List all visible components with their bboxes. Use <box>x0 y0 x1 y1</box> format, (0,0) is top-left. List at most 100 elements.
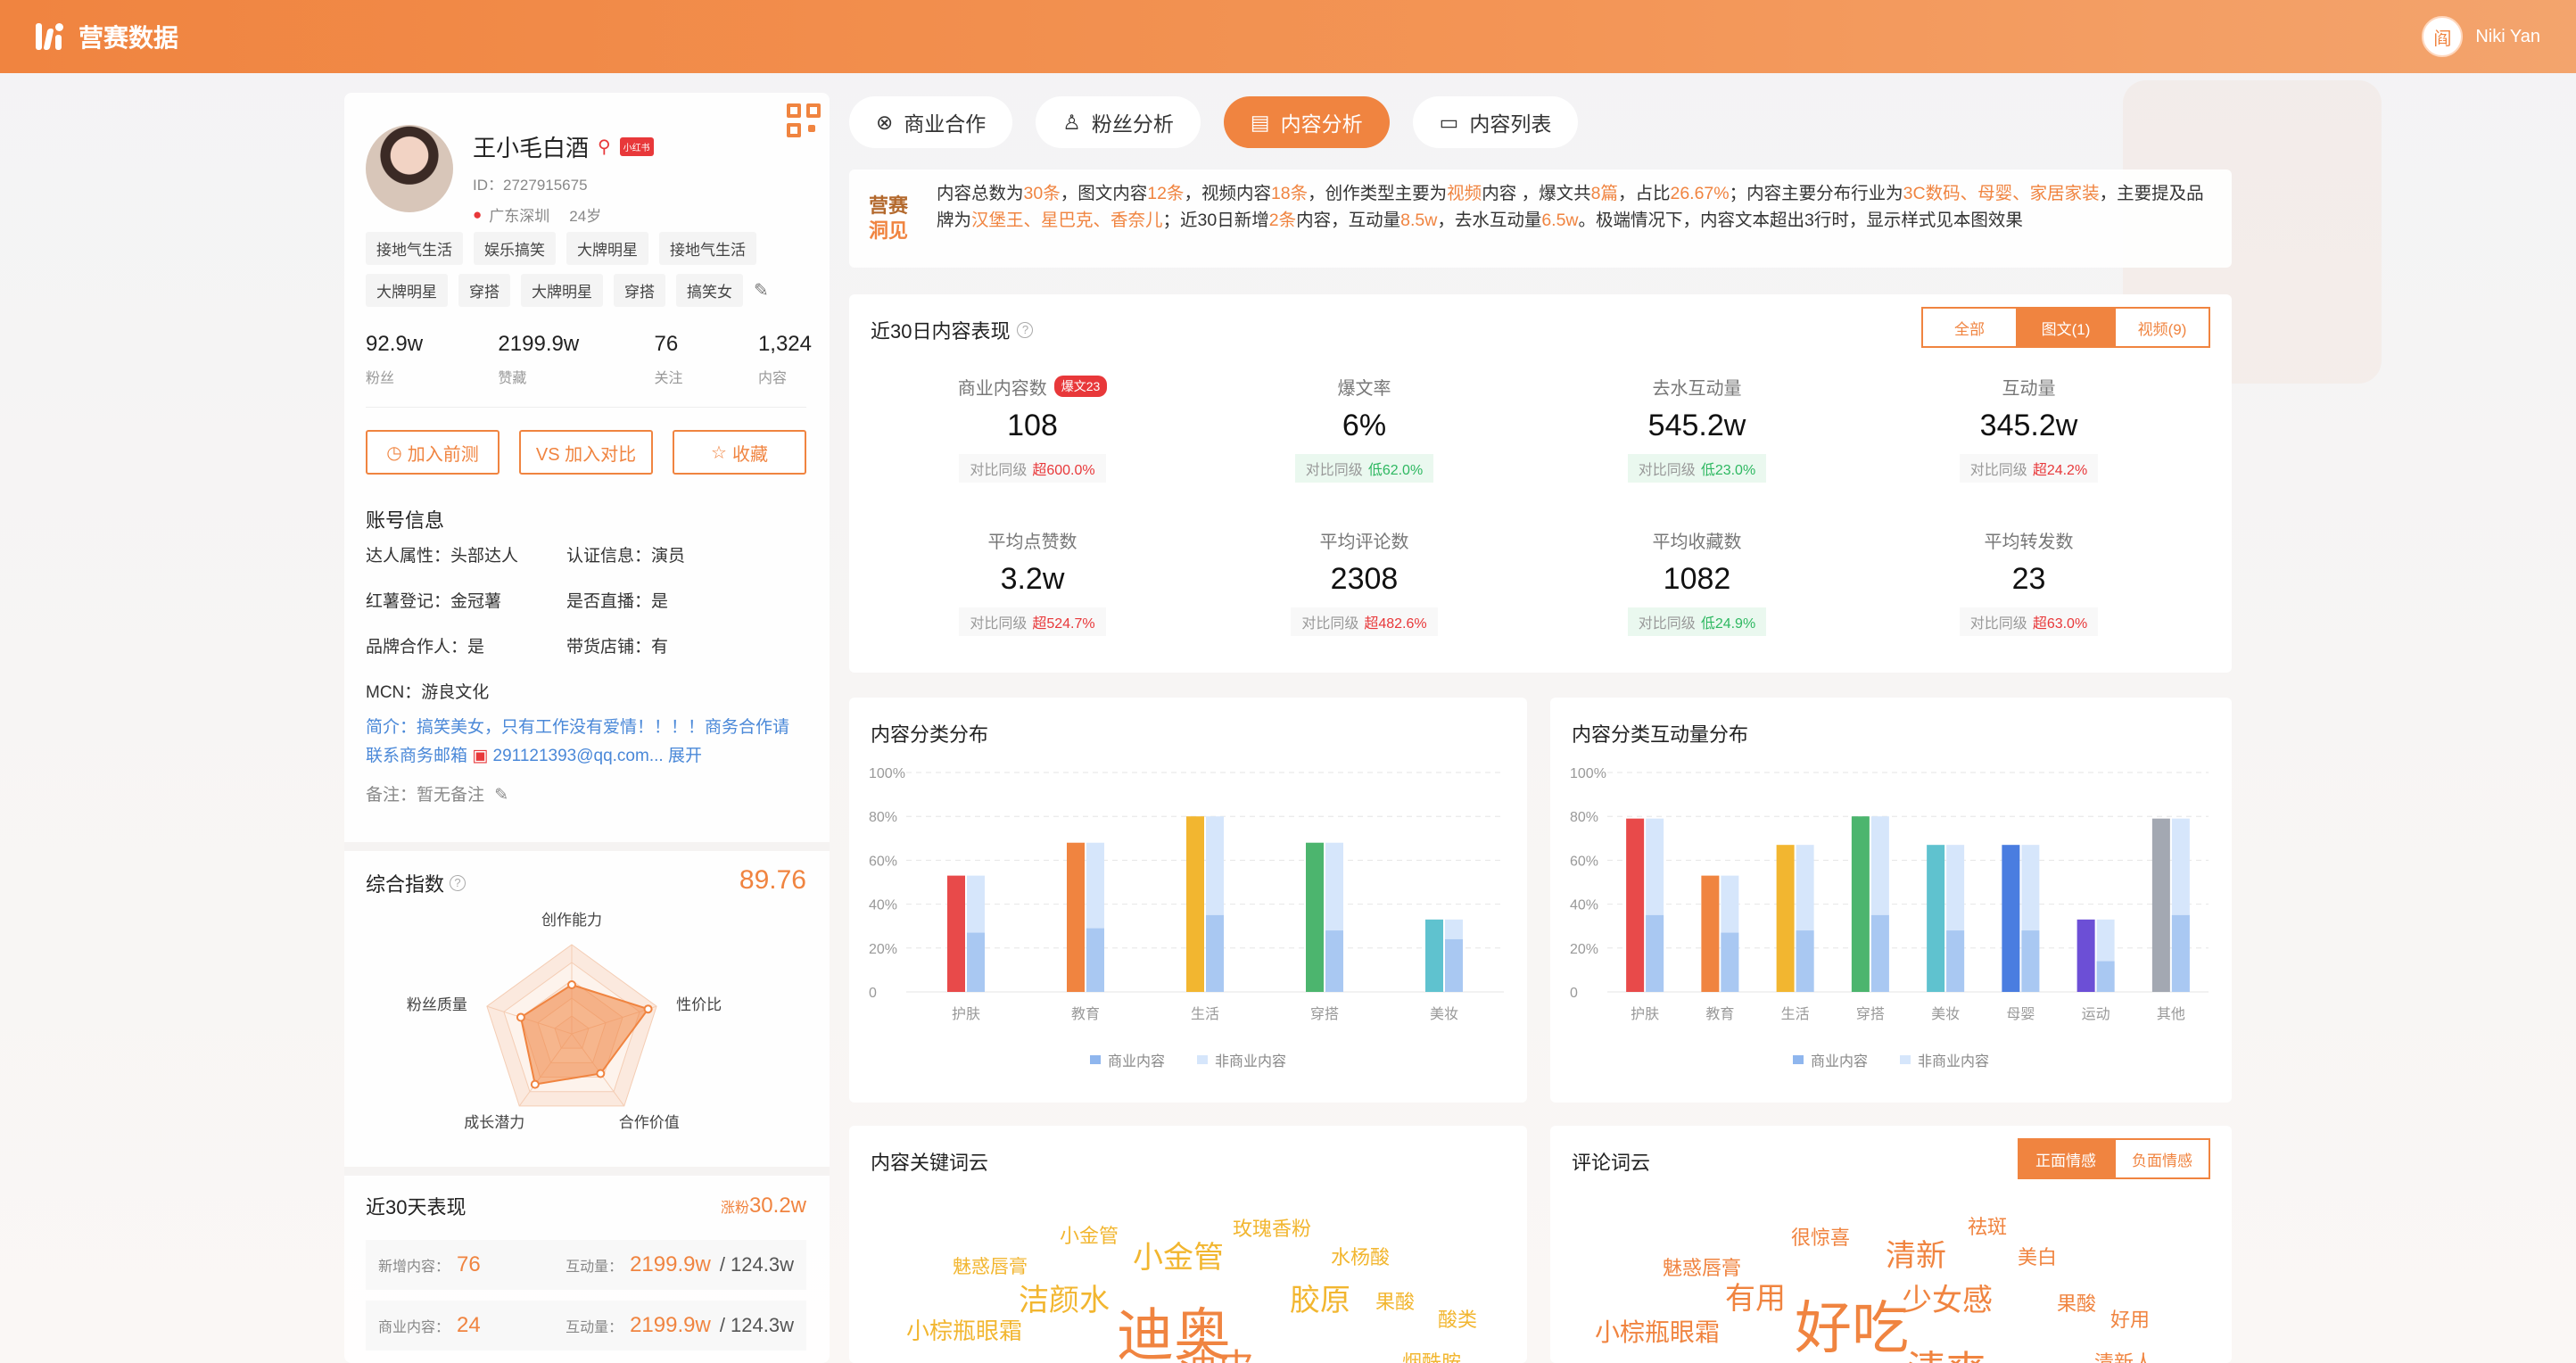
bar-commercial[interactable] <box>1776 845 1795 992</box>
bar-commercial[interactable] <box>2076 919 2095 992</box>
cloud-word[interactable]: 酸类 <box>1438 1304 1477 1333</box>
composite-score-label: 综合指数 <box>366 873 445 896</box>
cloud-word[interactable]: 祛斑 <box>1968 1211 2007 1240</box>
insight-segment: 内容，互动量 <box>1296 211 1401 230</box>
cloud-word[interactable]: 小棕瓶眼霜 <box>906 1313 1022 1346</box>
brand-name: 营赛数据 <box>78 24 179 52</box>
row-interaction-value: 2199.9w <box>630 1252 711 1276</box>
legend-item[interactable]: 商业内容 <box>1792 1049 1868 1070</box>
radar-value-point[interactable] <box>596 1069 606 1078</box>
tab-label: 内容分析 <box>1280 112 1363 136</box>
bar-commercial[interactable] <box>2002 845 2020 992</box>
cloud-word[interactable]: 小金管 <box>1060 1220 1119 1249</box>
add-test-button[interactable]: ◷ 加入前测 <box>366 430 500 475</box>
filter-positive[interactable]: 正面情感 <box>2018 1138 2114 1179</box>
x-tick-label: 运动 <box>2082 1006 2110 1022</box>
radar-value-point[interactable] <box>530 1079 540 1089</box>
section-divider <box>344 842 830 851</box>
brand-logo[interactable]: 营赛数据 <box>36 19 178 54</box>
cloud-word[interactable]: 好用 <box>2110 1304 2150 1333</box>
radar-value-point[interactable] <box>516 1012 525 1022</box>
bar-commercial[interactable] <box>1701 875 1720 992</box>
cloud-word[interactable]: 小金管 <box>1133 1233 1224 1276</box>
help-icon[interactable]: ? <box>1017 322 1034 338</box>
tab-content-analysis[interactable]: ▤ 内容分析 <box>1223 96 1390 148</box>
creator-id: ID：2727915675 <box>473 177 588 194</box>
cloud-word[interactable]: 水杨酸 <box>1331 1242 1390 1270</box>
legend-item[interactable]: 非商业内容 <box>1900 1049 1989 1070</box>
cloud-word[interactable]: 果酸 <box>1375 1286 1415 1315</box>
metric-value: 545.2w <box>1647 409 1746 442</box>
comparison-label: 对比同级 <box>1638 463 1696 478</box>
bar-commercial[interactable] <box>1851 816 1870 992</box>
bar-commercial[interactable] <box>1927 845 1945 992</box>
user-name: Niki Yan <box>2475 26 2540 46</box>
filter-all[interactable]: 全部 <box>1921 307 2018 348</box>
filter-negative[interactable]: 负面情感 <box>2114 1138 2210 1179</box>
cloud-word[interactable]: 美白 <box>2018 1242 2057 1270</box>
insight-text: 内容总数为30条，图文内容12条，视频内容18条，创作类型主要为视频内容 ，爆文… <box>928 169 2221 268</box>
stat-value: 2199.9w <box>498 332 580 356</box>
cloud-word[interactable]: 洁颜水 <box>1019 1276 1110 1319</box>
bar-commercial[interactable] <box>1306 842 1324 992</box>
search-icon[interactable]: ⚲ <box>598 136 611 158</box>
metric-label-text: 平均评论数 <box>1319 532 1409 552</box>
cloud-word[interactable]: 果酸 <box>2057 1288 2096 1317</box>
cloud-word[interactable]: 烟酰胺 <box>1402 1347 1461 1363</box>
bar-commercial[interactable] <box>2151 818 2170 992</box>
cloud-word[interactable]: 油皮 <box>1179 1338 1254 1363</box>
insight-highlight: 8.5w <box>1400 211 1438 230</box>
bar-noncommercial-inner <box>2021 930 2040 992</box>
cloud-word[interactable]: 清新 <box>1886 1231 1946 1275</box>
cloud-word[interactable]: 小棕瓶眼霜 <box>1595 1313 1720 1349</box>
edit-remark-icon[interactable]: ✎ <box>494 786 508 805</box>
add-compare-button[interactable]: VS 加入对比 <box>519 430 653 475</box>
metric-label-text: 商业内容数 <box>957 378 1047 399</box>
qr-code-icon[interactable] <box>787 103 822 139</box>
bar-noncommercial-inner <box>2171 914 2190 992</box>
radar-value-point[interactable] <box>643 1004 653 1014</box>
comparison-label: 对比同级 <box>1969 616 2027 632</box>
cloud-word[interactable]: 清新人 <box>2094 1347 2153 1363</box>
x-tick-label: 教育 <box>1071 1006 1100 1022</box>
bar-commercial[interactable] <box>947 875 965 992</box>
tab-content-list[interactable]: ▭ 内容列表 <box>1412 96 1579 148</box>
cloud-word[interactable]: 胶原 <box>1290 1276 1350 1319</box>
insight-segment: 。极端情况下，内容文本超出3行时，显示样式见本图效果 <box>1578 211 2023 230</box>
tab-fan-analysis[interactable]: ♙ 粉丝分析 <box>1036 96 1201 148</box>
bar-commercial[interactable] <box>1067 842 1085 992</box>
cloud-word[interactable]: 少女感 <box>1902 1276 1993 1319</box>
handshake-icon: ⊗ <box>876 110 894 134</box>
cloud-word[interactable]: 清爽 <box>1907 1338 1986 1363</box>
comparison-label: 对比同级 <box>1305 463 1363 478</box>
edit-tags-icon[interactable]: ✎ <box>754 279 769 302</box>
cloud-word[interactable]: 有用 <box>1725 1274 1786 1318</box>
creator-tag: 大牌明星 <box>366 274 448 307</box>
legend-item[interactable]: 非商业内容 <box>1197 1049 1286 1070</box>
filter-video[interactable]: 视频(9) <box>2114 307 2210 348</box>
account-info-item: 是否直播：是 <box>566 592 669 611</box>
bar-commercial[interactable] <box>1186 816 1204 992</box>
user-menu[interactable]: 阎 Niki Yan <box>2422 16 2540 57</box>
help-icon[interactable]: ? <box>450 875 466 891</box>
filter-image-text[interactable]: 图文(1) <box>2018 307 2114 348</box>
x-tick-label: 教育 <box>1705 1006 1734 1022</box>
favorite-button[interactable]: ☆ 收藏 <box>673 430 806 475</box>
metric-value: 2308 <box>1330 562 1399 596</box>
legend-item[interactable]: 商业内容 <box>1089 1049 1165 1070</box>
radar-value-point[interactable] <box>567 980 576 989</box>
remark: 备注：暂无备注 ✎ <box>366 781 508 805</box>
tab-business-cooperation[interactable]: ⊗ 商业合作 <box>849 96 1013 148</box>
account-info-grid: 达人属性：头部达人 认证信息：演员 红薯登记：金冠薯 是否直播：是 品牌合作人：是 带货店… <box>366 542 794 703</box>
cloud-word[interactable]: 魅惑唇膏 <box>953 1252 1028 1279</box>
bar-commercial[interactable] <box>1626 818 1645 992</box>
comparison-value: 低23.0% <box>1700 463 1756 478</box>
cloud-word[interactable]: 玫瑰香粉 <box>1233 1213 1311 1242</box>
cloud-word[interactable]: 很惊喜 <box>1791 1222 1850 1251</box>
creator-age: 24岁 <box>569 208 602 225</box>
bio-expand-link[interactable]: 展开 <box>668 747 702 765</box>
cloud-word[interactable]: 好吃 <box>1795 1283 1909 1363</box>
metric-label-text: 平均点赞数 <box>987 532 1077 552</box>
bar-commercial[interactable] <box>1425 919 1443 992</box>
x-tick-label: 其他 <box>2157 1006 2185 1022</box>
